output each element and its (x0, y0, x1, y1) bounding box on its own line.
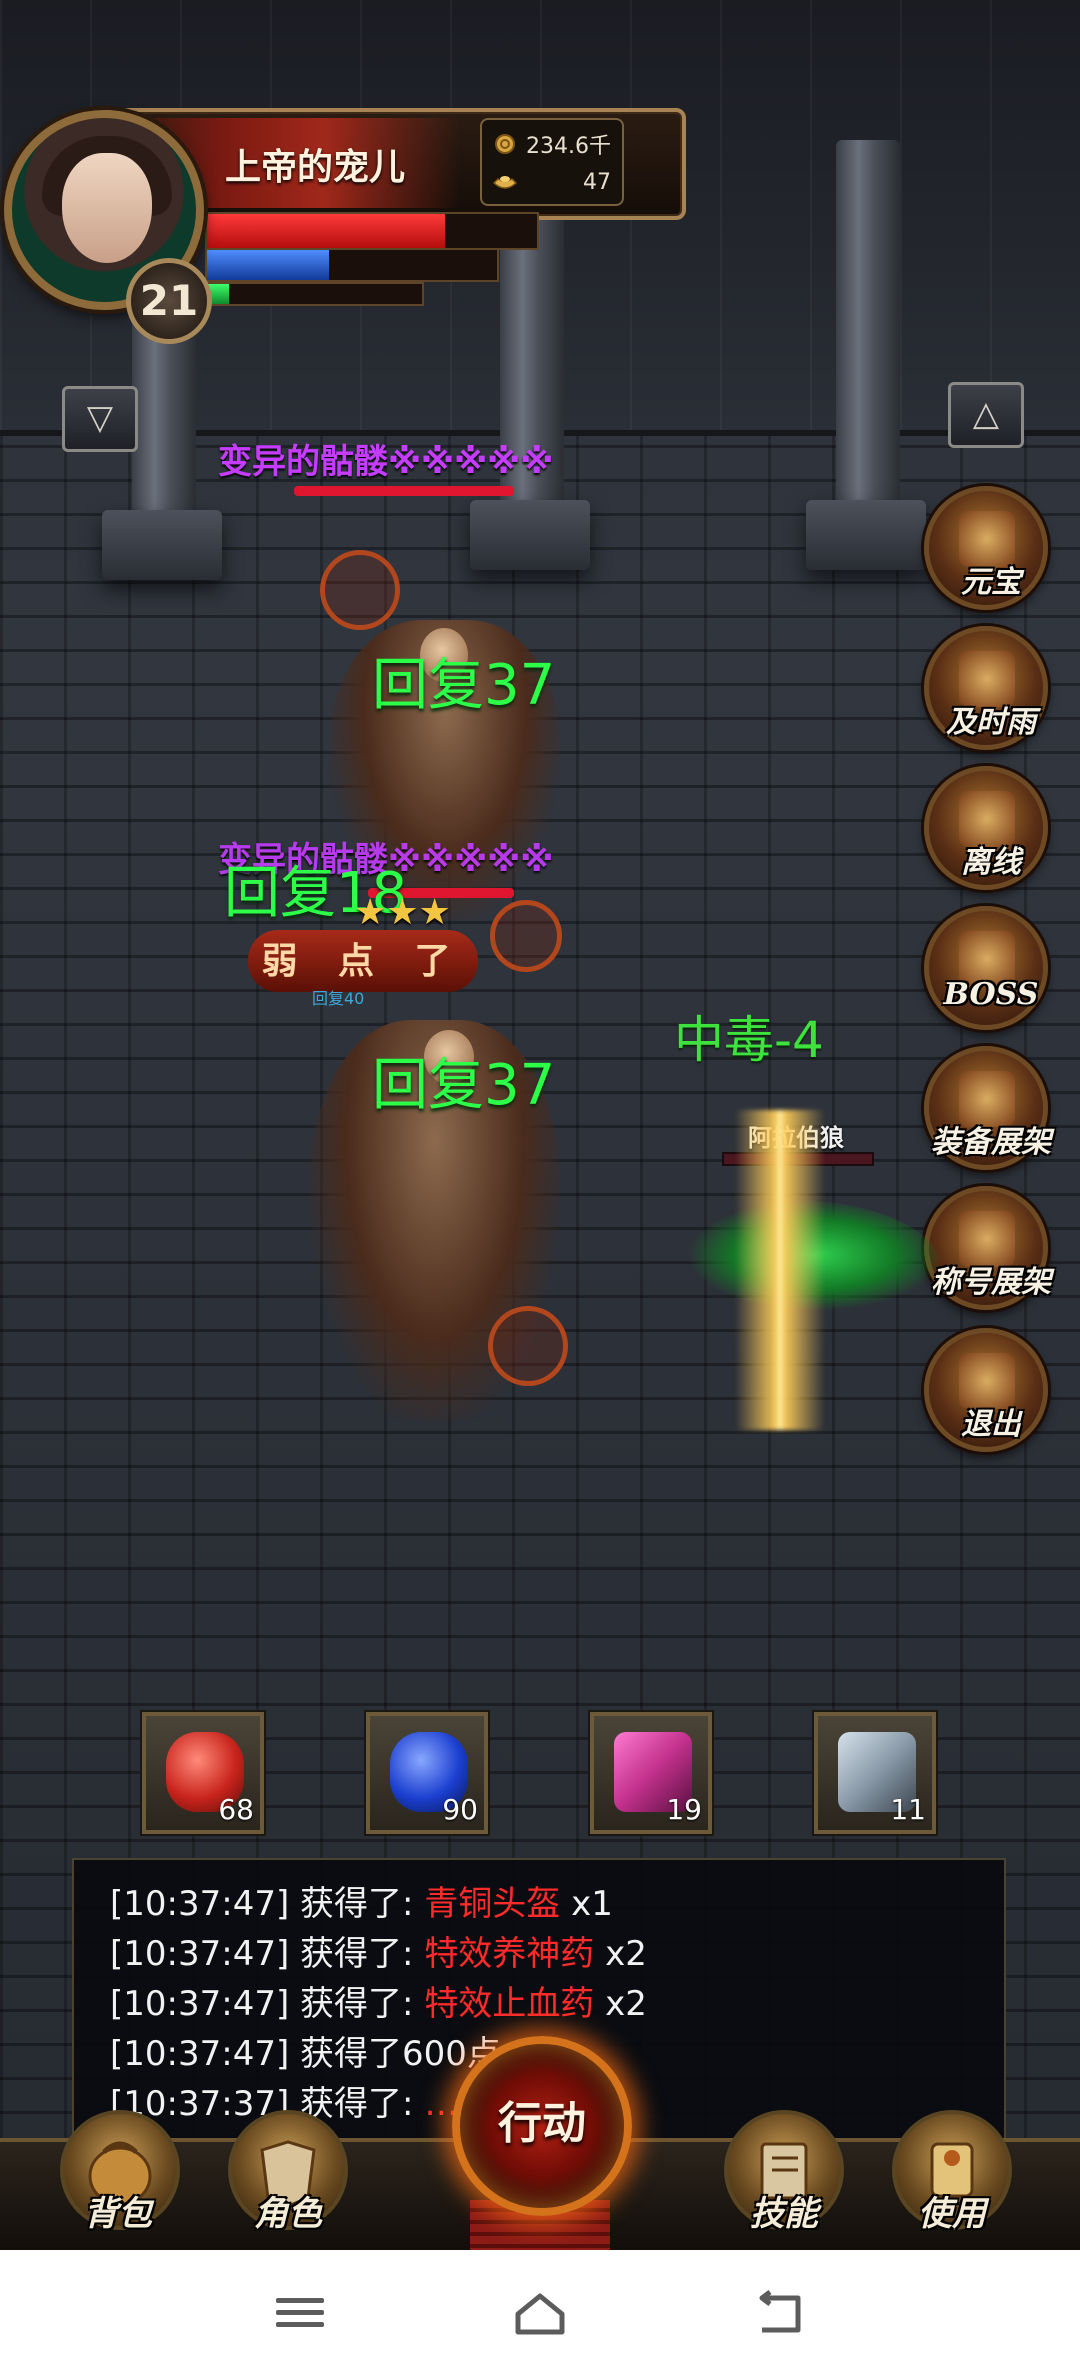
log-item-name: 特效止血药 (424, 1984, 595, 2024)
side-label: 及时雨 (946, 705, 1036, 740)
side-btn-offline[interactable]: 离线 (924, 766, 1048, 890)
heal-number: 回复37 (372, 653, 556, 718)
side-btn-exit[interactable]: 退出 (924, 1328, 1048, 1452)
quick-slot-red-potion[interactable]: 68 (142, 1712, 264, 1834)
skeleton-flail (320, 550, 400, 630)
log-item-name: 青铜头盔 (424, 1884, 561, 1924)
slot-quantity: 19 (666, 1793, 702, 1826)
expand-menu-button[interactable]: △ (948, 382, 1024, 448)
side-btn-title-rack[interactable]: 称号展架 (924, 1186, 1051, 1310)
star-rating: ★★★ (354, 892, 451, 933)
chevron-up-icon: △ (972, 394, 1000, 434)
weak-status-banner: 弱 点 了 (248, 930, 478, 992)
log-prefix: [10:37:47] 获得了: (110, 1984, 425, 2024)
log-suffix: x2 (594, 1934, 647, 1974)
log-line: [10:37:47] 获得了600点 (110, 2026, 501, 2075)
ingot-row: 47 (492, 164, 617, 200)
slot-quantity: 11 (890, 1793, 926, 1826)
log-suffix: x2 (594, 1984, 647, 2024)
level-badge: 21 (126, 258, 212, 344)
skills-label: 技能 (750, 2194, 818, 2234)
system-navigation-bar (0, 2250, 1080, 2376)
avatar-face (62, 153, 152, 263)
ingot-amount: 47 (583, 169, 611, 195)
quick-slot-scroll-bundle[interactable]: 19 (590, 1712, 712, 1834)
hp-bar (205, 212, 539, 250)
main-action-button[interactable]: 行动 (452, 2036, 632, 2216)
quick-slot-blue-potion[interactable]: 90 (366, 1712, 488, 1834)
slot-quantity: 68 (218, 1793, 254, 1826)
side-label: 元宝 (961, 565, 1021, 600)
currency-panel: 234.6千 47 (480, 118, 624, 206)
back-icon[interactable] (750, 2288, 810, 2338)
heal-number: 回复37 (372, 1053, 556, 1118)
log-line: [10:37:47] 获得了: 特效养神药 x2 (110, 1926, 647, 1975)
character-label: 角色 (254, 2194, 322, 2234)
side-btn-equipment-rack[interactable]: 装备展架 (924, 1046, 1051, 1170)
side-btn-boss[interactable]: BOSS (924, 906, 1048, 1030)
xp-bar (205, 282, 424, 306)
player-name: 上帝的宠儿 (225, 146, 406, 188)
home-icon[interactable] (510, 2288, 570, 2338)
gold-amount: 234.6千 (526, 134, 611, 159)
bag-label: 背包 (84, 2194, 152, 2234)
side-label: BOSS (943, 977, 1039, 1012)
use-label: 使用 (918, 2194, 986, 2234)
skeleton-flail (490, 900, 562, 972)
log-line: [10:37:47] 获得了: 特效止血药 x2 (110, 1976, 647, 2025)
hp-fill (207, 214, 445, 248)
pillar-base (102, 510, 222, 580)
skill-light-beam (735, 1110, 825, 1430)
pillar-base (806, 500, 926, 570)
log-prefix: [10:37:47] 获得了600点 (110, 2034, 501, 2074)
log-suffix: x1 (560, 1884, 613, 1924)
skeleton-flail (488, 1306, 568, 1386)
poison-damage-number: 中毒-4 (674, 1011, 824, 1069)
gold-coin-icon (495, 134, 515, 154)
gold-row: 234.6千 (492, 126, 617, 162)
side-btn-jishiyu[interactable]: 及时雨 (924, 626, 1048, 750)
mp-fill (207, 250, 329, 280)
menu-icon[interactable] (270, 2288, 330, 2338)
log-item-name: 特效养神药 (424, 1934, 595, 1974)
monster-hp-bar (294, 486, 514, 496)
side-label: 离线 (961, 845, 1021, 880)
side-btn-yuanbao[interactable]: 元宝 (924, 486, 1048, 610)
log-prefix: [10:37:47] 获得了: (110, 1934, 425, 1974)
side-label: 退出 (961, 1407, 1021, 1442)
stone-pillar (836, 140, 900, 520)
log-line: [10:37:47] 获得了: 青铜头盔 x1 (110, 1876, 613, 1925)
side-label: 装备展架 (931, 1125, 1051, 1160)
mp-bar (205, 248, 499, 282)
gold-ingot-icon (492, 176, 518, 189)
side-label: 称号展架 (931, 1265, 1051, 1300)
main-action-label: 行动 (498, 2098, 586, 2149)
collapse-hud-button[interactable]: ▽ (62, 386, 138, 452)
small-heal-number: 回复40 (312, 989, 365, 1008)
quick-slot-grey-scroll[interactable]: 11 (814, 1712, 936, 1834)
monster-name: 变异的骷髅※※※※※ (218, 442, 554, 482)
log-prefix: [10:37:47] 获得了: (110, 1884, 425, 1924)
slot-quantity: 90 (442, 1793, 478, 1826)
chevron-down-icon: ▽ (86, 398, 114, 438)
pillar-base (470, 500, 590, 570)
